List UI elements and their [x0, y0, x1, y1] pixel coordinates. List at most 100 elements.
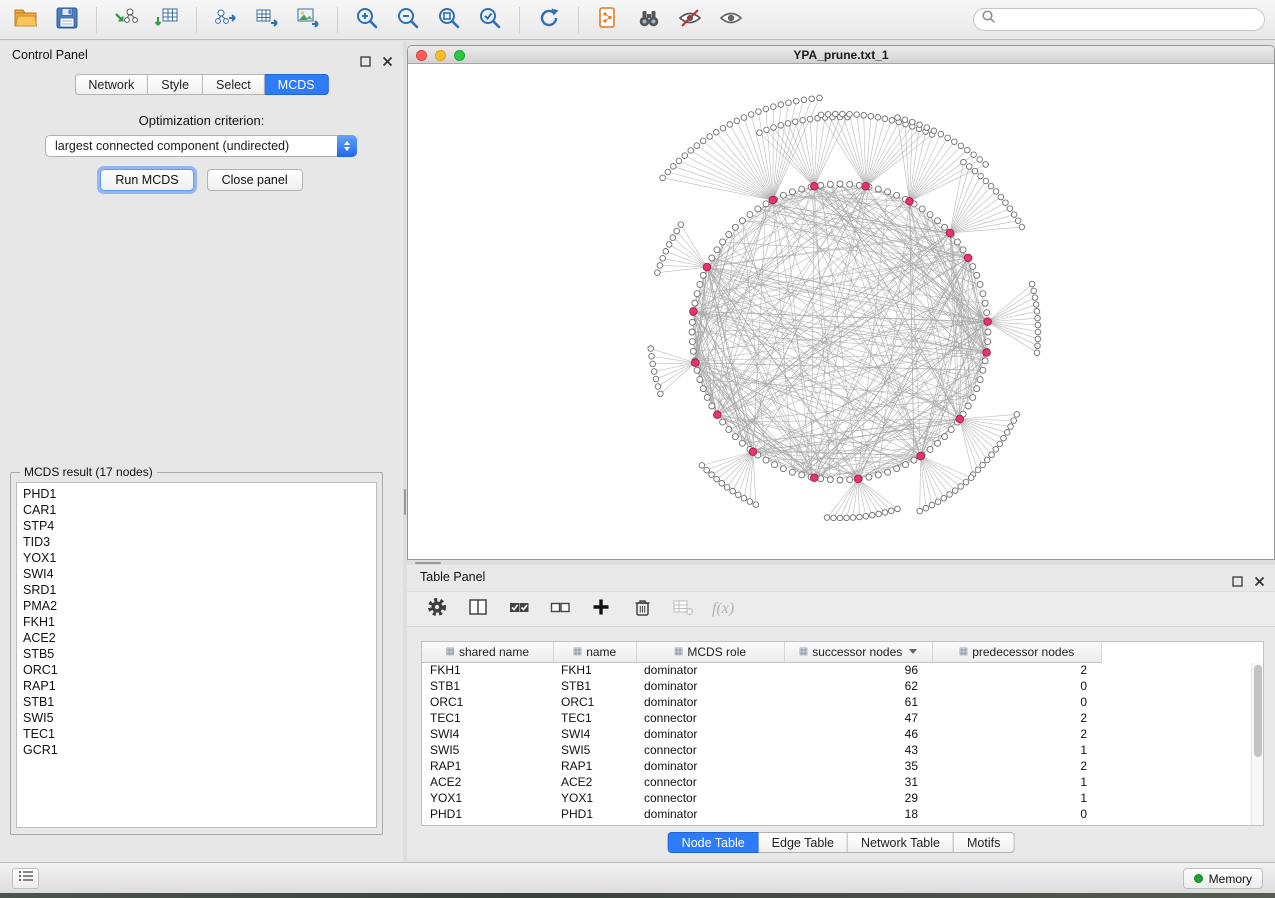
table-cell[interactable]: TEC1: [422, 710, 553, 726]
table-row[interactable]: FKH1FKH1dominator962: [422, 662, 1101, 678]
mcds-result-item[interactable]: TEC1: [17, 726, 376, 742]
table-cell[interactable]: PHD1: [422, 806, 553, 822]
tab-node-table[interactable]: Node Table: [668, 832, 759, 853]
mcds-result-item[interactable]: STP4: [17, 518, 376, 534]
table-cell[interactable]: dominator: [636, 662, 784, 678]
table-cell[interactable]: connector: [636, 790, 784, 806]
import-table-button[interactable]: [151, 4, 183, 36]
table-cell[interactable]: SWI5: [553, 742, 636, 758]
mcds-result-item[interactable]: CAR1: [17, 502, 376, 518]
table-cell[interactable]: SWI4: [553, 726, 636, 742]
table-row[interactable]: TEC1TEC1connector472: [422, 710, 1101, 726]
task-history-button[interactable]: [12, 868, 39, 889]
table-row[interactable]: ACE2ACE2connector311: [422, 774, 1101, 790]
mcds-result-item[interactable]: SRD1: [17, 582, 376, 598]
table-cell[interactable]: 62: [784, 678, 932, 694]
network-window-titlebar[interactable]: YPA_prune.txt_1: [408, 46, 1274, 64]
table-cell[interactable]: 1: [932, 742, 1101, 758]
window-close-icon[interactable]: [416, 50, 427, 61]
mcds-result-item[interactable]: PMA2: [17, 598, 376, 614]
column-header-shared-name[interactable]: ▦shared name: [422, 642, 553, 662]
table-cell[interactable]: YOX1: [553, 790, 636, 806]
table-cell[interactable]: TEC1: [553, 710, 636, 726]
table-row[interactable]: RAP1RAP1dominator352: [422, 758, 1101, 774]
zoom-fit-button[interactable]: [433, 4, 465, 36]
table-cell[interactable]: 46: [784, 726, 932, 742]
function-builder-button[interactable]: f(x): [712, 600, 734, 618]
mcds-result-item[interactable]: TID3: [17, 534, 376, 550]
memory-button[interactable]: Memory: [1183, 868, 1263, 889]
tab-network-table[interactable]: Network Table: [848, 832, 954, 853]
close-table-panel-icon[interactable]: [1254, 571, 1265, 595]
zoom-in-button[interactable]: [351, 4, 383, 36]
table-cell[interactable]: ACE2: [422, 774, 553, 790]
table-cell[interactable]: dominator: [636, 678, 784, 694]
float-table-panel-icon[interactable]: [1232, 571, 1243, 595]
table-cell[interactable]: SWI5: [422, 742, 553, 758]
table-cell[interactable]: 1: [932, 774, 1101, 790]
scrollbar-thumb[interactable]: [1254, 665, 1262, 757]
zoom-out-button[interactable]: [392, 4, 424, 36]
delete-column-button[interactable]: [630, 595, 654, 624]
column-header-predecessor-nodes[interactable]: ▦predecessor nodes: [932, 642, 1101, 662]
show-details-button[interactable]: [715, 4, 747, 36]
search-network-button[interactable]: [633, 4, 665, 36]
table-cell[interactable]: dominator: [636, 806, 784, 822]
toggle-graphics-details-button[interactable]: [674, 4, 706, 36]
column-header-successor-nodes[interactable]: ▦successor nodes: [784, 642, 932, 662]
column-header-name[interactable]: ▦name: [553, 642, 636, 662]
open-file-button[interactable]: [10, 4, 42, 36]
show-column-panel-button[interactable]: [466, 595, 490, 624]
window-zoom-icon[interactable]: [454, 50, 465, 61]
table-cell[interactable]: 0: [932, 806, 1101, 822]
table-cell[interactable]: 31: [784, 774, 932, 790]
share-document-button[interactable]: [592, 4, 624, 36]
table-cell[interactable]: ORC1: [422, 694, 553, 710]
table-cell[interactable]: 29: [784, 790, 932, 806]
tab-motifs[interactable]: Motifs: [954, 832, 1014, 853]
mcds-result-item[interactable]: STB5: [17, 646, 376, 662]
tab-network[interactable]: Network: [74, 74, 148, 95]
close-panel-button[interactable]: Close panel: [207, 169, 303, 191]
export-table-button[interactable]: [251, 4, 283, 36]
table-cell[interactable]: connector: [636, 742, 784, 758]
table-cell[interactable]: FKH1: [553, 662, 636, 678]
table-cell[interactable]: 0: [932, 678, 1101, 694]
save-session-button[interactable]: [51, 4, 83, 36]
table-row[interactable]: SWI5SWI5connector431: [422, 742, 1101, 758]
mcds-result-item[interactable]: GCR1: [17, 742, 376, 758]
table-row[interactable]: SWI4SWI4dominator462: [422, 726, 1101, 742]
mcds-result-item[interactable]: ACE2: [17, 630, 376, 646]
select-all-columns-button[interactable]: [507, 595, 531, 624]
table-cell[interactable]: connector: [636, 710, 784, 726]
mcds-result-item[interactable]: SWI4: [17, 566, 376, 582]
import-network-button[interactable]: [110, 4, 142, 36]
mcds-result-item[interactable]: SWI5: [17, 710, 376, 726]
table-cell[interactable]: STB1: [553, 678, 636, 694]
table-cell[interactable]: 0: [932, 694, 1101, 710]
table-cell[interactable]: 1: [932, 790, 1101, 806]
tab-style[interactable]: Style: [148, 74, 203, 95]
table-cell[interactable]: dominator: [636, 726, 784, 742]
window-minimize-icon[interactable]: [435, 50, 446, 61]
run-mcds-button[interactable]: Run MCDS: [100, 169, 193, 191]
table-cell[interactable]: 96: [784, 662, 932, 678]
table-cell[interactable]: RAP1: [553, 758, 636, 774]
table-row[interactable]: ORC1ORC1dominator610: [422, 694, 1101, 710]
tab-select[interactable]: Select: [203, 74, 265, 95]
apply-layout-button[interactable]: [533, 4, 565, 36]
table-row[interactable]: PHD1PHD1dominator180: [422, 806, 1101, 822]
table-cell[interactable]: 47: [784, 710, 932, 726]
table-cell[interactable]: dominator: [636, 694, 784, 710]
export-image-button[interactable]: [292, 4, 324, 36]
mcds-result-item[interactable]: PHD1: [17, 486, 376, 502]
table-scrollbar[interactable]: [1251, 663, 1263, 825]
table-cell[interactable]: 2: [932, 758, 1101, 774]
table-cell[interactable]: dominator: [636, 758, 784, 774]
tab-edge-table[interactable]: Edge Table: [759, 832, 848, 853]
export-network-button[interactable]: [210, 4, 242, 36]
table-cell[interactable]: 2: [932, 710, 1101, 726]
network-canvas[interactable]: [408, 64, 1274, 559]
table-cell[interactable]: 43: [784, 742, 932, 758]
table-cell[interactable]: ACE2: [553, 774, 636, 790]
